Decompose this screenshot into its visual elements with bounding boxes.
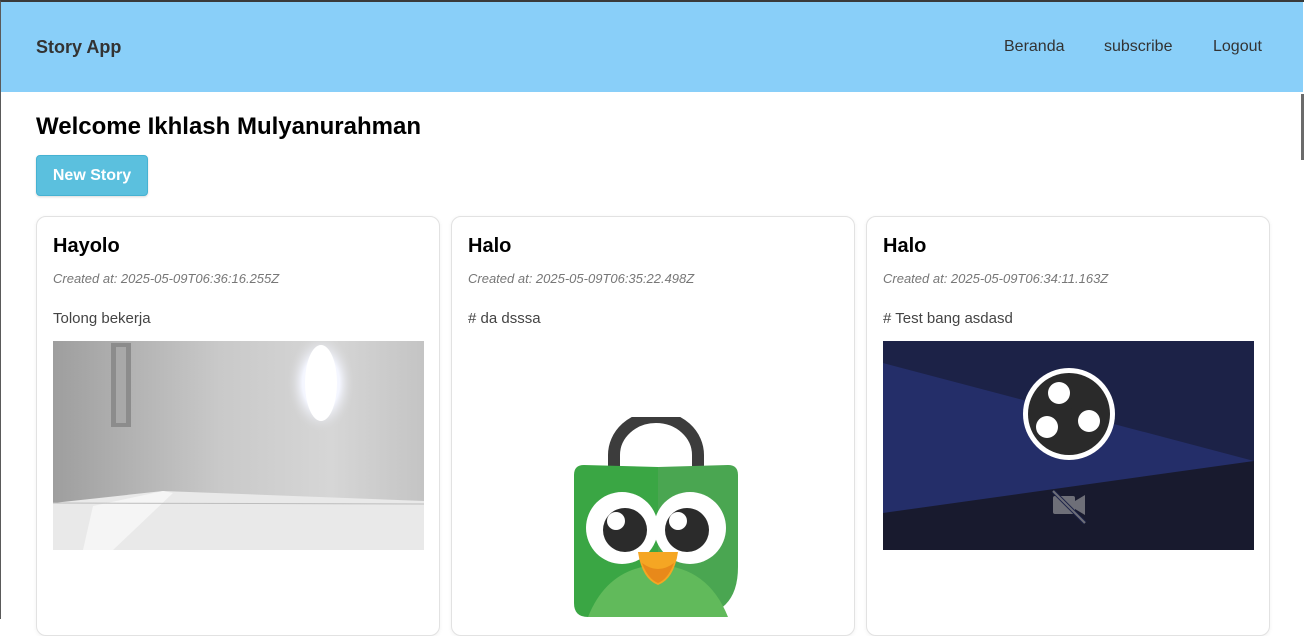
- story-image-room-photo: [53, 341, 424, 550]
- new-story-button[interactable]: New Story: [36, 155, 148, 196]
- story-created-at: Created at: 2025-05-09T06:34:11.163Z: [883, 271, 1109, 286]
- nav-link-logout[interactable]: Logout: [1213, 38, 1262, 56]
- story-created-at: Created at: 2025-05-09T06:35:22.498Z: [468, 271, 695, 286]
- story-title: Halo: [883, 235, 927, 257]
- story-title: Hayolo: [53, 235, 120, 257]
- story-title: Halo: [468, 235, 512, 257]
- welcome-heading: Welcome Ikhlash Mulyanurahman: [36, 113, 421, 140]
- story-card[interactable]: Halo Created at: 2025-05-09T06:35:22.498…: [451, 216, 855, 636]
- navbar: Story App Beranda subscribe Logout: [1, 2, 1303, 92]
- story-description: # da dsssa: [468, 310, 541, 327]
- story-card[interactable]: Halo Created at: 2025-05-09T06:34:11.163…: [866, 216, 1270, 636]
- green-owl-bag-icon: [574, 417, 738, 617]
- story-description: # Test bang asdasd: [883, 310, 1013, 327]
- brand-title[interactable]: Story App: [36, 37, 121, 58]
- nav-link-subscribe[interactable]: subscribe: [1104, 38, 1172, 56]
- story-image-obs-screen: [883, 341, 1254, 550]
- story-card[interactable]: Hayolo Created at: 2025-05-09T06:36:16.2…: [36, 216, 440, 636]
- story-description: Tolong bekerja: [53, 310, 151, 327]
- story-created-at: Created at: 2025-05-09T06:36:16.255Z: [53, 271, 280, 286]
- nav-link-beranda[interactable]: Beranda: [1004, 38, 1065, 56]
